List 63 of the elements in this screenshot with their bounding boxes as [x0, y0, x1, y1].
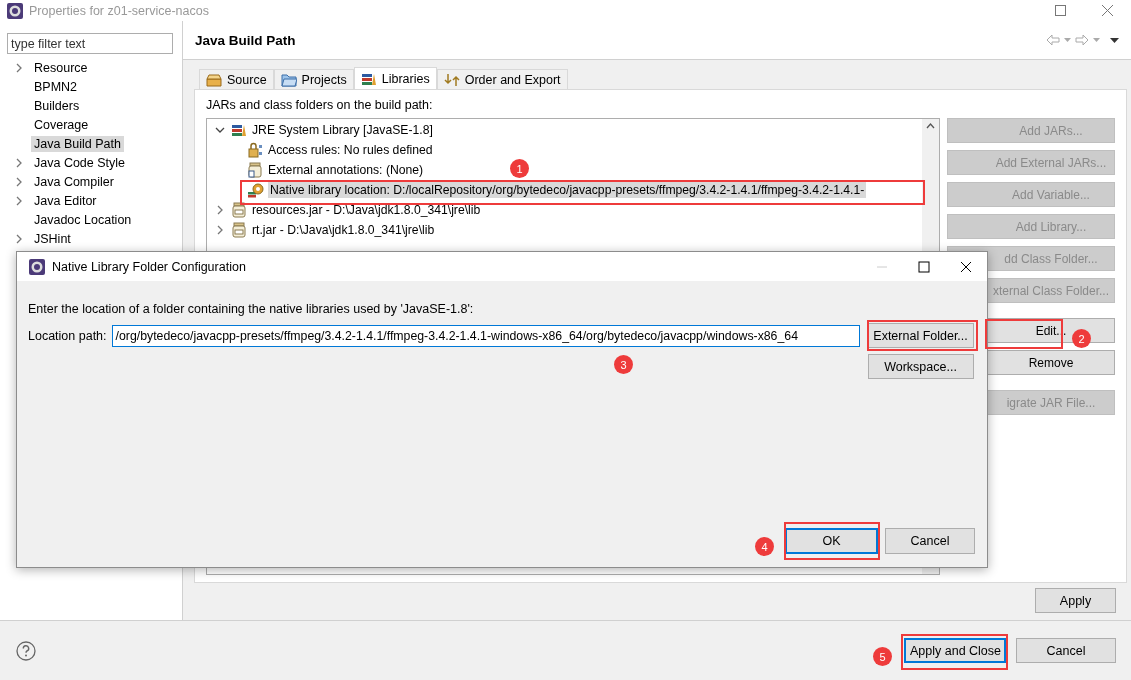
lock-icon — [247, 142, 263, 158]
chevron-right-icon[interactable] — [216, 205, 224, 215]
prompt-text: Enter the location of a folder containing the native libraries used by 'JavaSE-1.8': — [28, 302, 475, 316]
chevron-down-icon[interactable] — [215, 126, 225, 134]
jar-icon — [247, 162, 263, 178]
tree-item[interactable]: Native library location: D:/localRepository/org/bytedeco/javacpp-presets/ffmpeg/3.4.2-1.4.1/ffmpeg-3.4.2-1.4.1- — [268, 182, 867, 198]
help-icon[interactable] — [16, 640, 36, 661]
chevron-right-icon[interactable] — [15, 62, 23, 73]
workspace-button[interactable]: Workspace... — [867, 354, 974, 379]
package-icon — [206, 72, 222, 87]
gear-icon — [29, 258, 45, 275]
page-title: Java Build Path — [195, 32, 297, 48]
sidebar-item[interactable]: JSHint — [31, 230, 74, 247]
gear-icon — [247, 182, 265, 198]
caret-icon[interactable] — [1110, 37, 1119, 43]
tree-item[interactable]: External annotations: (None) — [266, 162, 426, 178]
dialog-title: Native Library Folder Configuration — [52, 259, 247, 274]
chevron-right-icon[interactable] — [15, 233, 23, 244]
chevron-right-icon[interactable] — [15, 157, 23, 168]
sidebar-item[interactable]: Coverage — [31, 116, 92, 133]
chevron-right-icon[interactable] — [15, 195, 23, 206]
apply-button[interactable]: Apply — [1035, 588, 1116, 613]
close-icon[interactable] — [960, 260, 972, 273]
arrows-icon — [443, 72, 460, 87]
tab[interactable]: Projects — [273, 69, 354, 89]
cancel-button[interactable]: Cancel — [885, 528, 975, 554]
books-icon — [360, 71, 377, 86]
cancel-button[interactable]: Cancel — [1016, 638, 1116, 663]
sidebar-item[interactable]: Javadoc Location — [31, 211, 135, 228]
tree-item[interactable]: resources.jar - D:\Java\jdk1.8.0_341\jre\lib — [250, 202, 483, 218]
gear-icon — [7, 2, 23, 19]
sidebar-item[interactable]: Java Code Style — [31, 154, 129, 171]
sidebar-item[interactable]: Resource — [31, 59, 91, 76]
filter-field[interactable]: type filter text — [7, 33, 173, 54]
field-label: Location path: — [28, 329, 107, 343]
section-label: JARs and class folders on the build path: — [206, 98, 434, 112]
forward-arrow-icon[interactable] — [1075, 34, 1089, 46]
chevron-right-icon[interactable] — [216, 225, 224, 235]
jar-icon — [231, 202, 247, 218]
location-field[interactable]: /org/bytedeco/javacpp-presets/ffmpeg/3.4.2-1.4.1/ffmpeg-3.4.2-1.4.1-windows-x86_64/org/bytedeco/javacpp/windows-x86_64 — [111, 325, 860, 347]
external-folder-button[interactable]: External Folder... — [867, 323, 974, 348]
ok-button[interactable]: OK — [785, 528, 878, 554]
back-arrow-icon[interactable] — [1046, 34, 1060, 46]
apply-and-close-button[interactable]: Apply and Close — [904, 638, 1006, 663]
sidebar-item[interactable]: Builders — [31, 97, 83, 114]
window-title: Properties for z01-service-nacos — [29, 3, 210, 18]
jar-icon — [231, 222, 247, 238]
sidebar-item[interactable]: Java Editor — [31, 192, 100, 209]
books-icon — [231, 123, 247, 137]
tree-item[interactable]: rt.jar - D:\Java\jdk1.8.0_341\jre\lib — [250, 222, 437, 238]
tab[interactable]: Source — [199, 69, 274, 89]
chevron-right-icon[interactable] — [15, 176, 23, 187]
step-marker: 5 — [873, 647, 892, 666]
sidebar-item[interactable]: BPMN2 — [31, 78, 81, 95]
tree-item[interactable]: Access rules: No rules defined — [266, 142, 435, 158]
maximize-icon[interactable] — [918, 260, 930, 273]
tab[interactable]: Order and Export — [436, 69, 568, 89]
tab[interactable]: Libraries — [353, 67, 437, 89]
tree-item[interactable]: JRE System Library [JavaSE-1.8] — [250, 122, 435, 138]
maximize-icon[interactable] — [1055, 5, 1066, 16]
sidebar-item[interactable]: Java Compiler — [31, 173, 117, 190]
sidebar-item[interactable]: Java Build Path — [31, 135, 124, 152]
folder-icon — [280, 72, 297, 87]
